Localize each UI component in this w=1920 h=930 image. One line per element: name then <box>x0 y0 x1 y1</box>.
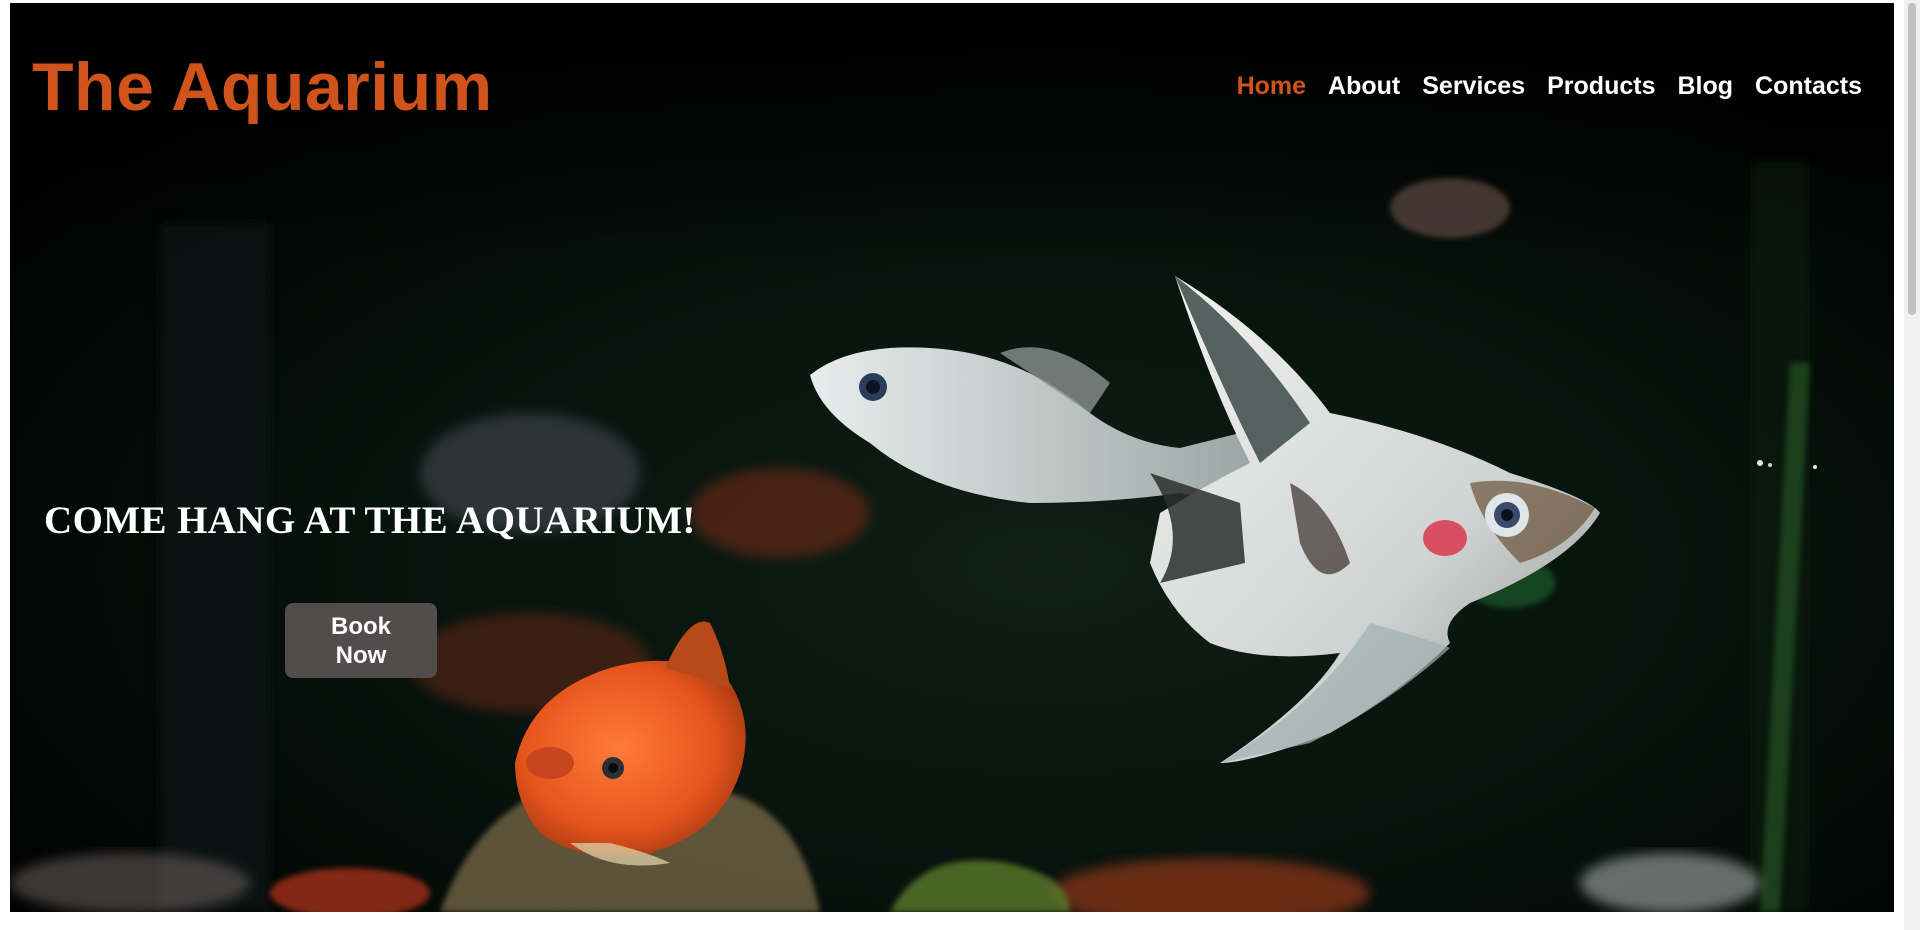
nav-item-services: Services <box>1422 69 1525 103</box>
nav-link-home[interactable]: Home <box>1237 72 1306 100</box>
vertical-scrollbar[interactable] <box>1904 0 1920 930</box>
site-logo[interactable]: The Aquarium <box>32 47 493 127</box>
book-now-button[interactable]: Book Now <box>285 603 437 678</box>
hero-section: The Aquarium Home About Services Product… <box>10 3 1894 912</box>
nav-link-blog[interactable]: Blog <box>1677 72 1733 100</box>
nav-link-about[interactable]: About <box>1328 72 1400 100</box>
nav-link-services[interactable]: Services <box>1422 72 1525 100</box>
nav-list: Home About Services Products Blog Contac… <box>1237 69 1862 103</box>
nav-item-home: Home <box>1237 69 1306 103</box>
nav-item-blog: Blog <box>1677 69 1733 103</box>
nav-link-contacts[interactable]: Contacts <box>1755 72 1862 100</box>
nav-item-about: About <box>1328 69 1400 103</box>
hero-headline: COME HANG AT THE AQUARIUM! <box>44 499 696 542</box>
nav-item-contacts: Contacts <box>1755 69 1862 103</box>
page-bottom-strip <box>0 912 1904 930</box>
nav-link-products[interactable]: Products <box>1547 72 1655 100</box>
scrollbar-thumb[interactable] <box>1908 3 1916 315</box>
browser-viewport: The Aquarium Home About Services Product… <box>0 0 1920 930</box>
site-header: The Aquarium Home About Services Product… <box>10 3 1894 163</box>
nav-item-products: Products <box>1547 69 1655 103</box>
